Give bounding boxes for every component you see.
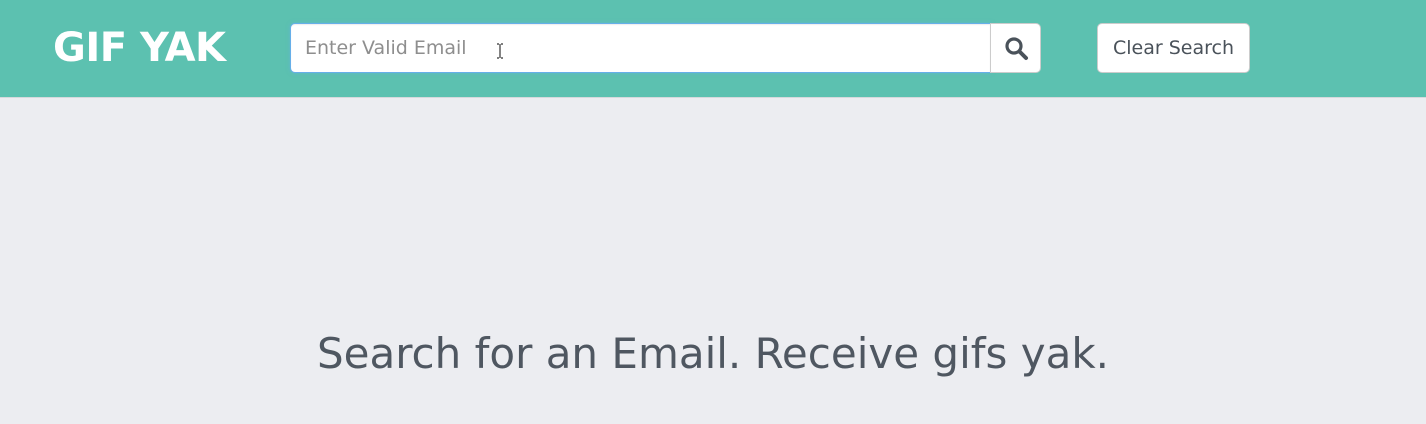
- search-group: [290, 23, 1041, 73]
- header: GIF YAK Clear Search: [0, 0, 1426, 98]
- tagline: Search for an Email. Receive gifs yak.: [316, 329, 1110, 378]
- search-button[interactable]: [990, 23, 1041, 73]
- email-search-input[interactable]: [290, 23, 991, 73]
- search-icon: [1005, 37, 1028, 60]
- logo[interactable]: GIF YAK: [53, 22, 226, 74]
- clear-search-button[interactable]: Clear Search: [1097, 23, 1250, 73]
- text-cursor-icon: [497, 43, 503, 59]
